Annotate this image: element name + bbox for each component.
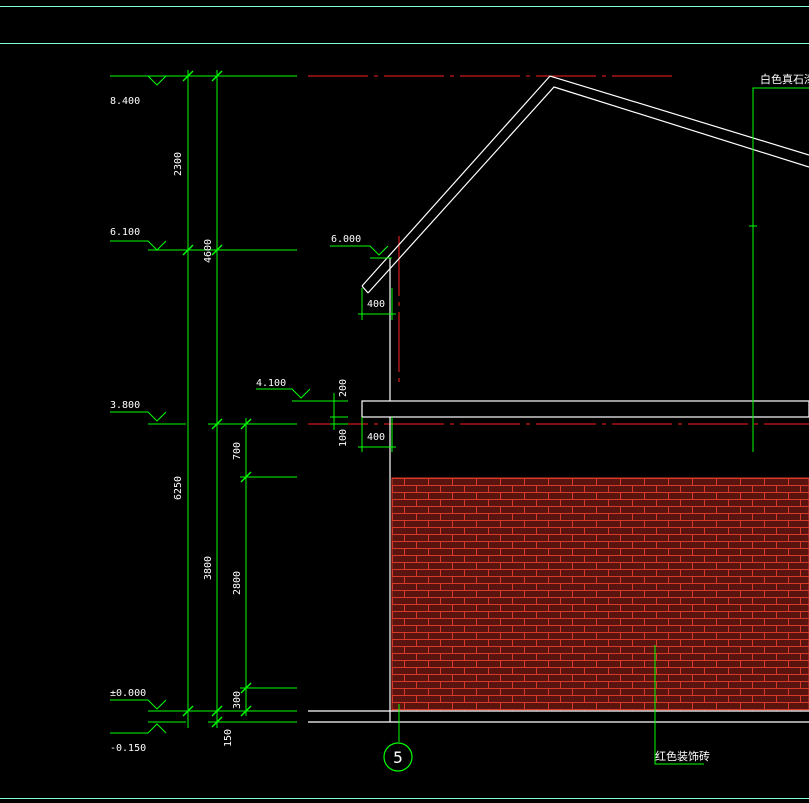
dim-150: 150 xyxy=(223,729,234,747)
dim-2800: 2800 xyxy=(232,571,243,595)
elev-ridge-label: 8.400 xyxy=(110,96,140,107)
dim-4600: 4600 xyxy=(203,239,214,263)
dim-100: 100 xyxy=(338,429,349,447)
dim-300: 300 xyxy=(232,691,243,709)
red-brick-note: 红色装饰砖 xyxy=(655,749,710,763)
elev-canopy-label: 4.100 xyxy=(256,378,286,389)
dim-3800: 3800 xyxy=(203,556,214,580)
dim-2300: 2300 xyxy=(173,152,184,176)
elev-eave-label: 6.100 xyxy=(110,227,140,238)
dim-400-top: 400 xyxy=(367,299,385,310)
dim-700: 700 xyxy=(232,442,243,460)
dim-400-bottom: 400 xyxy=(367,432,385,443)
red-brick-wall xyxy=(391,477,809,712)
elev-outdoor-label: -0.150 xyxy=(110,743,146,754)
dim-6250: 6250 xyxy=(173,476,184,500)
elev-roof-edge-label: 6.000 xyxy=(331,234,361,245)
dim-200: 200 xyxy=(338,379,349,397)
grid-axis-label: 5 xyxy=(393,748,403,767)
elev-ground-label: ±0.000 xyxy=(110,688,146,699)
stone-paint-note: 白色真石漆 xyxy=(760,72,809,86)
cad-drawing-viewport[interactable]: 8.400 6.100 6.000 4.100 3.800 ±0.000 -0.… xyxy=(0,0,809,803)
elev-floor2-label: 3.800 xyxy=(110,400,140,411)
